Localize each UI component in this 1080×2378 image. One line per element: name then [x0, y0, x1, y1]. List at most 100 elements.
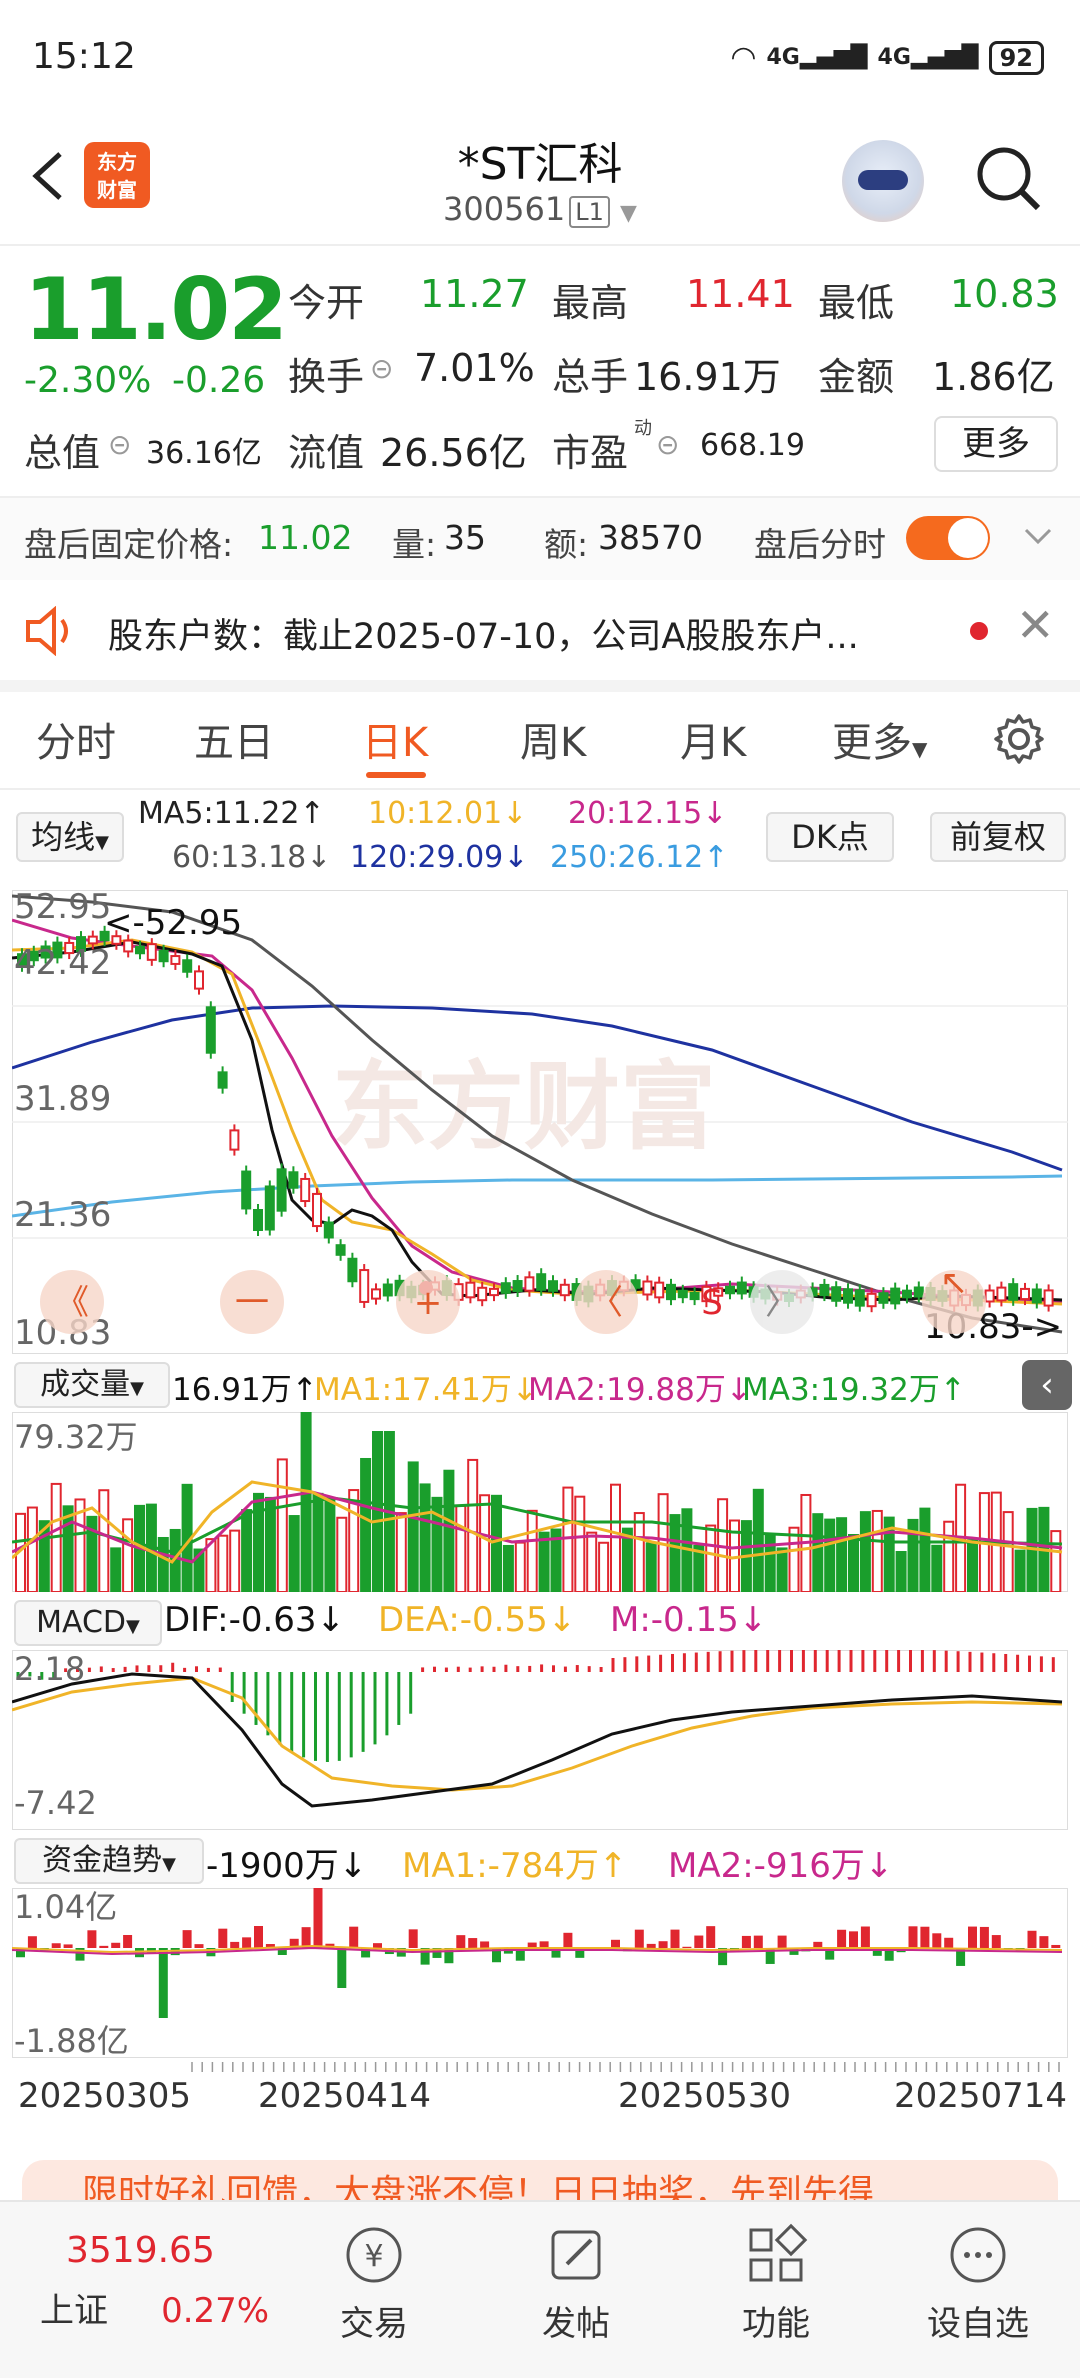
signal-icon-2: 4G▂▄▆█: [877, 45, 979, 70]
fund-bar: [991, 1935, 1001, 1948]
nav-post[interactable]: 发帖: [516, 2222, 636, 2345]
close-icon[interactable]: ✕: [1016, 598, 1055, 652]
collapse-left-icon[interactable]: ‹: [1022, 1360, 1072, 1410]
fund-bar: [87, 1930, 97, 1948]
volume-bar: [919, 1507, 931, 1593]
dropdown-icon: ▼: [95, 832, 109, 853]
volume-bar: [824, 1518, 836, 1593]
tab-five-day[interactable]: 五日: [194, 710, 274, 768]
more-button[interactable]: 更多: [934, 416, 1058, 472]
status-time: 15:12: [32, 36, 136, 77]
y-tick: 21.36: [14, 1195, 111, 1235]
nav-function[interactable]: 功能: [716, 2222, 836, 2345]
fund-bar: [932, 1933, 942, 1948]
settings-gear-icon[interactable]: [992, 712, 1046, 770]
candle-body: [300, 1177, 311, 1203]
nav-watchlist[interactable]: 设自选: [918, 2222, 1038, 2345]
volume-bar: [848, 1534, 859, 1593]
wifi-icon: ◠: [730, 40, 757, 75]
candle-body: [866, 1292, 877, 1308]
volume-label: 总手: [552, 355, 629, 399]
more-dots-icon: [945, 2222, 1011, 2288]
candle-body: [902, 1289, 912, 1299]
dk-point-button[interactable]: DK点: [766, 812, 894, 862]
fund-trend-chart[interactable]: 1.04亿 -1.88亿: [11, 1887, 1069, 2060]
volume-bar: [253, 1492, 264, 1593]
stock-header: 东方 财富 *ST汇科 300561 L1 ▼: [0, 110, 1080, 246]
assistant-robot-icon[interactable]: [842, 140, 924, 222]
candle-body: [819, 1283, 830, 1297]
volume-bar: [443, 1469, 455, 1594]
macd-select[interactable]: MACD▼: [14, 1600, 162, 1646]
info-icon[interactable]: ⊝: [108, 428, 131, 461]
volume-bar: [264, 1496, 276, 1593]
dropdown-icon: ▼: [620, 201, 637, 226]
candle-body: [276, 1168, 287, 1212]
info-icon[interactable]: ⊝: [370, 352, 393, 385]
fund-bar: [860, 1926, 870, 1948]
ma10-value: 10:12.01↓: [368, 796, 528, 831]
notice-bar[interactable]: 股东户数：截止2025-07-10，公司A股股东户... ✕: [0, 580, 1080, 692]
tab-daily-k[interactable]: 日K: [362, 710, 428, 768]
tab-monthly-k[interactable]: 月K: [680, 710, 746, 768]
volume-bar: [288, 1515, 300, 1593]
volume-value: 16.91万: [634, 355, 781, 399]
trade-icon: ¥: [341, 2222, 407, 2288]
volume-bar: [62, 1505, 74, 1593]
chevron-down-icon[interactable]: [1020, 518, 1056, 558]
volume-bar: [372, 1431, 383, 1593]
info-icon[interactable]: ⊝: [656, 428, 679, 461]
fund-trend-indicator-bar: 资金趋势▼ -1900万↓ MA1:-784万↑ MA2:-916万↓: [0, 1832, 1080, 1888]
kline-chart[interactable]: 东方财富 52.95 42.42 31.89 21.36 10.83 <-52.…: [11, 887, 1069, 1355]
candle-body: [654, 1281, 665, 1299]
pe-label: 市盈: [552, 431, 629, 475]
s-marker-icon: S: [701, 1283, 723, 1323]
nav-trade[interactable]: ¥ 交易: [314, 2222, 434, 2345]
fund-bar: [563, 1932, 573, 1948]
fund-bar: [242, 1937, 252, 1948]
fund-bar: [301, 1927, 311, 1948]
candle-body: [642, 1280, 653, 1296]
nav-function-label: 功能: [742, 2304, 810, 2344]
volume-bar: [1050, 1530, 1062, 1593]
fund-y-top: 1.04亿: [14, 1888, 117, 1926]
fund-bar: [908, 1926, 918, 1948]
fund-trend-select[interactable]: 资金趋势▼: [14, 1838, 204, 1884]
candle-body: [205, 1006, 216, 1054]
tab-more-label: 更多: [832, 720, 912, 766]
tab-weekly-k[interactable]: 周K: [520, 710, 586, 768]
after-hours-toggle[interactable]: [906, 516, 990, 560]
index-ticker[interactable]: 3519.65 上证 0.27%: [30, 2230, 269, 2332]
volume-bar: [633, 1512, 645, 1593]
promo-banner[interactable]: 限时好礼回馈，大盘涨不停！日日抽奖，先到先得: [22, 2160, 1058, 2204]
fund-bar: [670, 1929, 680, 1948]
macd-y-top: 2.18: [14, 1650, 85, 1688]
tab-intraday[interactable]: 分时: [36, 710, 116, 768]
volume-bar: [217, 1534, 229, 1593]
ma-select[interactable]: 均线▼: [16, 812, 124, 862]
index-change: 0.27%: [161, 2291, 270, 2331]
macd-chart[interactable]: 2.18 -7.42: [11, 1648, 1069, 1831]
change-amount: -0.26: [172, 360, 266, 401]
tab-more[interactable]: 更多▼: [832, 710, 927, 768]
speaker-icon: [22, 605, 78, 660]
candle-body: [689, 1291, 700, 1301]
volume-bar: [788, 1526, 800, 1593]
active-tab-indicator: [366, 772, 426, 778]
volume-bar: [776, 1547, 788, 1593]
volume-bar: [276, 1458, 288, 1593]
y-tick: 31.89: [14, 1079, 111, 1119]
ma60-value: 60:13.18↓: [172, 840, 332, 875]
candle-body: [241, 1170, 252, 1210]
fund-bar: [111, 1942, 121, 1948]
volume-select[interactable]: 成交量▼: [14, 1362, 170, 1408]
dropdown-icon: ▼: [912, 737, 928, 761]
search-icon[interactable]: [974, 144, 1044, 214]
promo-text: 限时好礼回馈，大盘涨不停！日日抽奖，先到先得: [82, 2173, 875, 2204]
low-label: 最低: [818, 281, 895, 325]
volume-chart[interactable]: 79.32万: [10, 1391, 1069, 1594]
fund-bar: [634, 1929, 644, 1948]
open-label: 今开: [288, 281, 365, 325]
candle-body: [548, 1280, 558, 1292]
adjust-button[interactable]: 前复权: [930, 812, 1066, 862]
